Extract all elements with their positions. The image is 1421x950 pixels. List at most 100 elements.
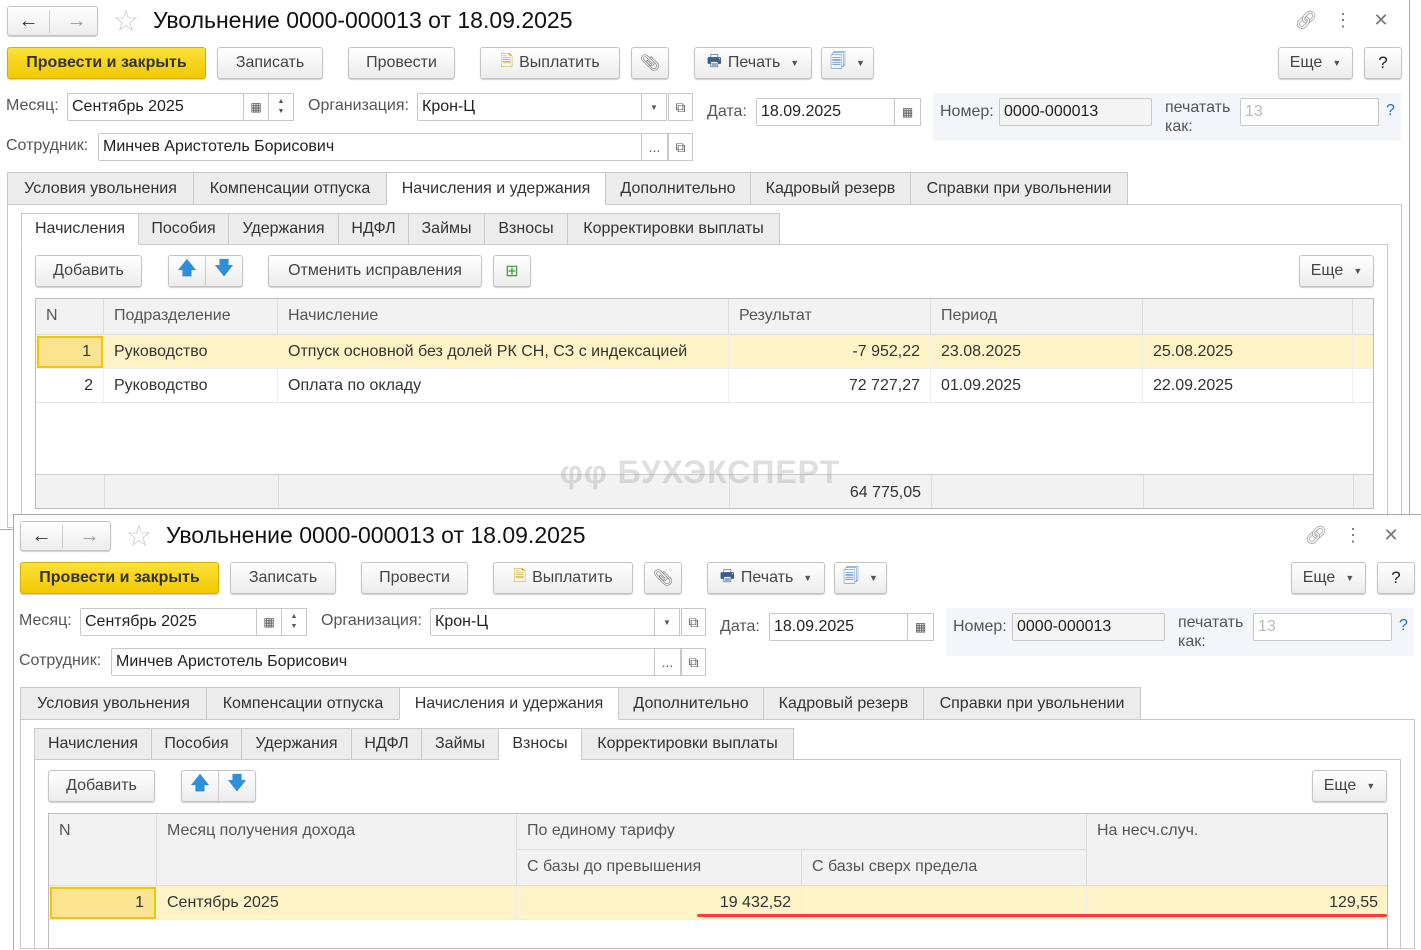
calendar-icon[interactable]: ▦ — [894, 98, 921, 126]
column-header-base-above[interactable]: С базы сверх предела — [802, 850, 1087, 886]
cancel-fixes-button[interactable]: Отменить исправления — [268, 255, 482, 287]
tab-vacation-compensation[interactable]: Компенсации отпуска — [193, 172, 387, 205]
column-header-department[interactable]: Подразделение — [104, 299, 278, 335]
move-down-arrow-icon[interactable]: 🡇 — [219, 771, 255, 801]
result-cell[interactable]: -7 952,22 — [729, 335, 931, 369]
forward-arrow-icon[interactable]: → — [69, 525, 110, 548]
tab-personnel-reserve[interactable]: Кадровый резерв — [763, 687, 924, 720]
post-and-close-button[interactable]: Провести и закрыть — [7, 47, 206, 79]
open-organization-icon[interactable]: ⧉ — [668, 93, 693, 121]
tab-personnel-reserve[interactable]: Кадровый резерв — [750, 172, 911, 205]
calendar-icon[interactable]: ▦ — [256, 608, 282, 636]
number-input[interactable]: 0000-000013 — [999, 98, 1152, 126]
subtab-payment-corrections[interactable]: Корректировки выплаты — [581, 728, 794, 760]
help-button[interactable]: ? — [1377, 562, 1415, 594]
table-row[interactable]: 1 Руководство Отпуск основной без долей … — [36, 335, 1373, 369]
print-as-input[interactable]: 13 — [1253, 613, 1392, 641]
subtab-payment-corrections[interactable]: Корректировки выплаты — [567, 213, 780, 245]
export-button[interactable]: 🗐︎ ▼ — [834, 562, 887, 594]
column-header-n[interactable]: N — [36, 299, 104, 335]
more-button[interactable]: Еще ▼ — [1278, 47, 1353, 79]
tab-dismissal-conditions[interactable]: Условия увольнения — [20, 687, 207, 720]
subtab-ndfl[interactable]: НДФЛ — [351, 728, 422, 760]
print-as-input[interactable]: 13 — [1240, 98, 1379, 126]
subtab-loans[interactable]: Займы — [408, 213, 485, 245]
month-spinner[interactable]: ▲ ▼ — [268, 93, 294, 121]
attach-button[interactable]: 📎︎ — [631, 47, 669, 79]
period-end-cell[interactable]: 22.09.2025 — [1143, 369, 1353, 403]
tab-dismissal-certificates[interactable]: Справки при увольнении — [923, 687, 1141, 720]
accrual-cell[interactable]: Отпуск основной без долей РК СН, СЗ с ин… — [278, 335, 729, 369]
date-input[interactable]: 18.09.2025 — [756, 98, 895, 126]
subtab-deductions[interactable]: Удержания — [241, 728, 352, 760]
subtab-accruals[interactable]: Начисления — [21, 213, 139, 245]
subtab-contributions[interactable]: Взносы — [498, 728, 582, 760]
more-button[interactable]: Еще ▼ — [1291, 562, 1366, 594]
column-header-unified-tariff[interactable]: По единому тарифу — [517, 814, 1087, 850]
income-month-cell[interactable]: Сентябрь 2025 — [157, 886, 517, 920]
select-employee-button[interactable]: ... — [641, 133, 668, 161]
row-number-cell[interactable]: 1 — [50, 887, 156, 919]
open-employee-icon[interactable]: ⧉ — [681, 648, 706, 676]
attach-button[interactable]: 📎︎ — [644, 562, 682, 594]
post-and-close-button[interactable]: Провести и закрыть — [20, 562, 219, 594]
row-number-cell[interactable]: 2 — [36, 369, 104, 403]
date-input[interactable]: 18.09.2025 — [769, 613, 908, 641]
result-cell[interactable]: 72 727,27 — [729, 369, 931, 403]
pay-button[interactable]: 🗎︎ Выплатить — [493, 562, 633, 594]
column-header-income-month[interactable]: Месяц получения дохода — [157, 814, 517, 886]
move-down-arrow-icon[interactable]: 🡇 — [206, 256, 242, 286]
tab-additional[interactable]: Дополнительно — [618, 687, 764, 720]
more-vertical-icon[interactable]: ⋮ — [1332, 8, 1354, 32]
export-button[interactable]: 🗐︎ ▼ — [821, 47, 874, 79]
organization-input[interactable]: Крон-Ц — [430, 608, 655, 636]
favorite-star-icon[interactable]: ☆ — [123, 520, 155, 553]
post-button[interactable]: Провести — [361, 562, 468, 594]
department-cell[interactable]: Руководство — [104, 335, 278, 369]
month-spinner[interactable]: ▲ ▼ — [281, 608, 307, 636]
tab-dismissal-conditions[interactable]: Условия увольнения — [7, 172, 194, 205]
select-employee-button[interactable]: ... — [654, 648, 681, 676]
month-input[interactable]: Сентябрь 2025 — [67, 93, 244, 121]
tab-vacation-compensation[interactable]: Компенсации отпуска — [206, 687, 400, 720]
help-button[interactable]: ? — [1364, 47, 1402, 79]
subtab-contributions[interactable]: Взносы — [484, 213, 568, 245]
close-icon[interactable]: ✕ — [1380, 523, 1402, 547]
back-arrow-icon[interactable]: ← — [21, 524, 63, 548]
help-link[interactable]: ? — [1386, 102, 1395, 120]
open-organization-icon[interactable]: ⧉ — [681, 608, 706, 636]
open-employee-icon[interactable]: ⧉ — [668, 133, 693, 161]
save-button[interactable]: Записать — [230, 562, 336, 594]
column-header-result[interactable]: Результат — [729, 299, 931, 335]
move-up-arrow-icon[interactable]: 🡅 — [169, 256, 206, 286]
move-up-arrow-icon[interactable]: 🡅 — [182, 771, 219, 801]
calendar-icon[interactable]: ▦ — [907, 613, 934, 641]
period-start-cell[interactable]: 01.09.2025 — [931, 369, 1143, 403]
back-arrow-icon[interactable]: ← — [8, 9, 50, 33]
department-cell[interactable]: Руководство — [104, 369, 278, 403]
more-vertical-icon[interactable]: ⋮ — [1342, 523, 1364, 547]
save-button[interactable]: Записать — [217, 47, 323, 79]
employee-input[interactable]: Минчев Аристотель Борисович — [98, 133, 642, 161]
accrual-cell[interactable]: Оплата по окладу — [278, 369, 729, 403]
dropdown-arrow-icon[interactable]: ▼ — [641, 93, 667, 121]
subtab-loans[interactable]: Займы — [421, 728, 499, 760]
add-button[interactable]: Добавить — [35, 255, 142, 287]
dropdown-arrow-icon[interactable]: ▼ — [654, 608, 680, 636]
help-link[interactable]: ? — [1399, 617, 1408, 635]
subtab-deductions[interactable]: Удержания — [228, 213, 339, 245]
period-start-cell[interactable]: 23.08.2025 — [931, 335, 1143, 369]
subtab-ndfl[interactable]: НДФЛ — [338, 213, 409, 245]
subtab-benefits[interactable]: Пособия — [138, 213, 229, 245]
number-input[interactable]: 0000-000013 — [1012, 613, 1165, 641]
organization-input[interactable]: Крон-Ц — [417, 93, 642, 121]
link-icon[interactable]: 🔗︎ — [1294, 8, 1318, 32]
print-button[interactable]: 🖶︎ Печать ▼ — [694, 47, 812, 79]
tab-accruals-deductions[interactable]: Начисления и удержания — [399, 687, 619, 720]
print-button[interactable]: 🖶︎ Печать ▼ — [707, 562, 825, 594]
month-input[interactable]: Сентябрь 2025 — [80, 608, 257, 636]
table-more-button[interactable]: Еще ▼ — [1299, 255, 1374, 287]
table-row[interactable]: 2 Руководство Оплата по окладу 72 727,27… — [36, 369, 1373, 403]
column-header-accident[interactable]: На несч.случ. — [1087, 814, 1387, 886]
tab-accruals-deductions[interactable]: Начисления и удержания — [386, 172, 606, 205]
